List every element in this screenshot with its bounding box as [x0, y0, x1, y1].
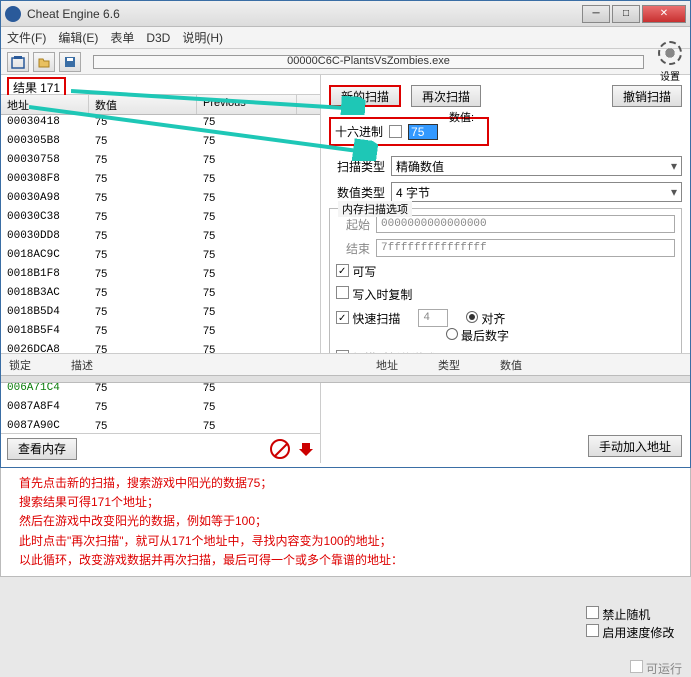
no-random-checkbox[interactable]	[586, 606, 599, 619]
memory-options-group: 内存扫描选项 起始 结束 可写 写入时复制 快速扫描	[329, 208, 682, 374]
col-addr2[interactable]: 地址	[376, 357, 398, 373]
process-label: 00000C6C-PlantsVsZombies.exe	[94, 55, 643, 67]
main-window: Cheat Engine 6.6 ─ □ ✕ 文件(F) 编辑(E) 表单 D3…	[0, 0, 691, 468]
view-memory-button[interactable]: 查看内存	[7, 438, 77, 460]
toolbar: 00000C6C-PlantsVsZombies.exe 设置	[1, 49, 690, 75]
process-display[interactable]: 00000C6C-PlantsVsZombies.exe	[93, 55, 644, 69]
gear-icon	[658, 41, 682, 65]
maximize-button[interactable]: □	[612, 5, 640, 23]
last-digit-radio[interactable]	[446, 328, 458, 340]
table-row[interactable]: 0018B5D47575	[1, 305, 320, 324]
app-icon	[5, 6, 21, 22]
table-row[interactable]: 000304187575	[1, 115, 320, 134]
add-to-list-button[interactable]	[298, 441, 314, 457]
table-row[interactable]: 000307587575	[1, 153, 320, 172]
table-row[interactable]: 00030A987575	[1, 191, 320, 210]
speed-hack-checkbox[interactable]	[586, 624, 599, 637]
window-title: Cheat Engine 6.6	[27, 7, 582, 21]
add-manual-button[interactable]: 手动加入地址	[588, 435, 682, 457]
fast-scan-checkbox[interactable]	[336, 311, 349, 324]
col-addr[interactable]: 地址	[1, 95, 89, 114]
undo-scan-button[interactable]: 撤销扫描	[612, 85, 682, 107]
end-label: 结束	[336, 240, 370, 257]
next-scan-button[interactable]: 再次扫描	[411, 85, 481, 107]
start-label: 起始	[336, 216, 370, 233]
title-bar[interactable]: Cheat Engine 6.6 ─ □ ✕	[1, 1, 690, 27]
value-type-select[interactable]: 4 字节	[391, 182, 682, 202]
instructions-overlay: 首先点击新的扫描，搜索游戏中阳光的数据75； 搜索结果可得171个地址； 然后在…	[0, 468, 691, 577]
open-file-button[interactable]	[33, 52, 55, 72]
writable-checkbox[interactable]	[336, 264, 349, 277]
table-row[interactable]: 00030C387575	[1, 210, 320, 229]
stop-icon[interactable]	[270, 439, 290, 459]
table-row[interactable]: 0087A8F47575	[1, 400, 320, 419]
fast-scan-value[interactable]	[418, 309, 448, 327]
splitter[interactable]	[1, 375, 690, 383]
value-label: 数值:	[449, 109, 474, 125]
copy-on-write-checkbox[interactable]	[336, 286, 349, 299]
table-row[interactable]: 0018AC9C7575	[1, 248, 320, 267]
save-button[interactable]	[59, 52, 81, 72]
col-lock[interactable]: 锁定	[9, 357, 31, 373]
col-value[interactable]: 数值	[89, 95, 197, 114]
menu-bar: 文件(F) 编辑(E) 表单 D3D 说明(H)	[1, 27, 690, 49]
col-desc[interactable]: 描述	[71, 357, 93, 373]
scan-type-select[interactable]: 精确数值	[391, 156, 682, 176]
table-row[interactable]: 0087A90C7575	[1, 419, 320, 433]
menu-d3d[interactable]: D3D	[146, 31, 170, 45]
close-button[interactable]: ✕	[642, 5, 686, 23]
scan-pane: 新的扫描 再次扫描 撤销扫描 数值: 十六进制 75 扫描类型 精确数值 数值类…	[321, 75, 690, 463]
scan-type-label: 扫描类型	[329, 158, 385, 175]
results-table[interactable]: 000304187575000305B875750003075875750003…	[1, 115, 320, 433]
menu-edit[interactable]: 编辑(E)	[58, 29, 98, 46]
results-pane: 结果 171 地址 数值 Previous 000304187575000305…	[1, 75, 321, 463]
table-row[interactable]: 0018B1F87575	[1, 267, 320, 286]
minimize-button[interactable]: ─	[582, 5, 610, 23]
start-input[interactable]	[376, 215, 675, 233]
table-row[interactable]: 000308F87575	[1, 172, 320, 191]
col-value2[interactable]: 数值	[500, 357, 522, 373]
executable-checkbox[interactable]	[630, 660, 643, 673]
end-input[interactable]	[376, 239, 675, 257]
value-input[interactable]: 75	[408, 124, 438, 140]
table-row[interactable]: 000305B87575	[1, 134, 320, 153]
menu-table[interactable]: 表单	[110, 29, 134, 46]
open-process-button[interactable]	[7, 52, 29, 72]
align-radio[interactable]	[466, 311, 478, 323]
hex-checkbox[interactable]	[389, 125, 402, 138]
hex-label: 十六进制	[335, 123, 383, 140]
table-row[interactable]: 00030DD87575	[1, 229, 320, 248]
new-scan-button[interactable]: 新的扫描	[329, 85, 401, 107]
address-list-header: 锁定 描述 地址 类型 数值	[1, 353, 690, 375]
table-row[interactable]: 006A71C47575	[1, 381, 320, 400]
col-type[interactable]: 类型	[438, 357, 460, 373]
menu-help[interactable]: 说明(H)	[182, 29, 223, 46]
value-type-label: 数值类型	[329, 184, 385, 201]
col-previous[interactable]: Previous	[197, 95, 297, 114]
table-row[interactable]: 0018B3AC7575	[1, 286, 320, 305]
results-header: 地址 数值 Previous	[1, 95, 320, 115]
table-row[interactable]: 0018B5F47575	[1, 324, 320, 343]
menu-file[interactable]: 文件(F)	[7, 29, 46, 46]
